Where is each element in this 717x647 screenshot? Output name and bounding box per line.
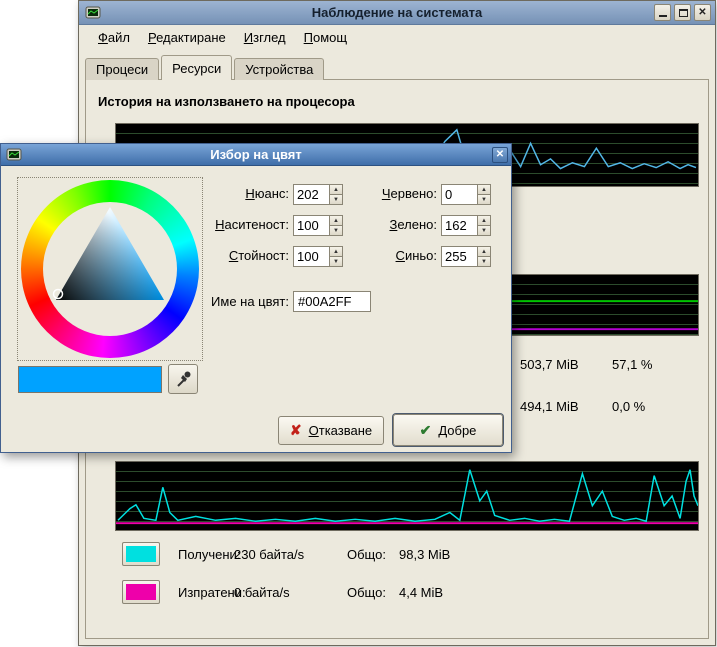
color-wheel-box: [17, 177, 203, 361]
color-name-label: Име на цвят:: [189, 294, 289, 309]
color-picker-dialog: Избор на цвят ✕: [0, 143, 512, 453]
spin-up-icon: ▲: [481, 187, 487, 193]
hue-input[interactable]: [293, 184, 330, 205]
red-input[interactable]: [441, 184, 478, 205]
cancel-x-icon: ✘: [290, 422, 302, 439]
minimize-icon: [659, 15, 667, 17]
hue-label: Нюанс:: [189, 186, 289, 201]
eyedropper-icon: [173, 369, 193, 389]
menu-file[interactable]: Файл: [89, 27, 139, 48]
green-input[interactable]: [441, 215, 478, 236]
value-label: Стойност:: [189, 248, 289, 263]
blue-spin-down-button[interactable]: ▼: [478, 257, 491, 267]
dialog-close-icon: ✕: [496, 149, 504, 160]
minimize-button[interactable]: [654, 4, 671, 21]
green-spinbox: ▲▼: [441, 215, 491, 236]
hue-ring[interactable]: [21, 180, 199, 358]
red-spin-down-button[interactable]: ▼: [478, 195, 491, 205]
green-spin-down-button[interactable]: ▼: [478, 226, 491, 236]
spin-down-icon: ▼: [481, 228, 487, 234]
green-label: Зелено:: [337, 217, 437, 232]
received-color-swatch[interactable]: [122, 542, 160, 566]
network-received-line: [118, 470, 698, 521]
ok-button[interactable]: ✔ Добре: [393, 414, 503, 446]
color-name-input[interactable]: [293, 291, 371, 312]
blue-spinbox: ▲▼: [441, 246, 491, 267]
maximize-icon: [679, 9, 688, 17]
color-preview: [18, 366, 162, 393]
saturation-spinbox: ▲▼: [293, 215, 343, 236]
memory-row2-percent: 0,0 %: [612, 399, 645, 414]
memory-row1-percent: 57,1 %: [612, 357, 652, 372]
blue-input[interactable]: [441, 246, 478, 267]
spin-up-icon: ▲: [481, 249, 487, 255]
ok-button-label: Добре: [438, 423, 476, 438]
spin-down-icon: ▼: [481, 197, 487, 203]
window-title: Наблюдение на системата: [79, 5, 715, 20]
saturation-input[interactable]: [293, 215, 330, 236]
red-label: Червено:: [337, 186, 437, 201]
received-total-label: Общо:: [347, 547, 386, 562]
desktop: Наблюдение на системата ✕ Файл Редактира…: [0, 0, 717, 647]
sent-total: 4,4 MiB: [399, 585, 443, 600]
cpu-history-heading: История на използването на процесора: [98, 94, 355, 109]
dialog-title: Избор на цвят: [1, 147, 511, 162]
received-rate: 230 байта/s: [234, 547, 304, 562]
saturation-value-triangle[interactable]: [21, 180, 199, 358]
sent-total-label: Общо:: [347, 585, 386, 600]
spin-up-icon: ▲: [481, 218, 487, 224]
menubar: Файл Редактиране Изглед Помощ: [79, 26, 715, 49]
sent-color-swatch[interactable]: [122, 580, 160, 604]
sent-rate: 0 байта/s: [234, 585, 290, 600]
red-spin-up-button[interactable]: ▲: [478, 184, 491, 195]
memory-row1-value: 503,7 MiB: [520, 357, 579, 372]
network-history-chart: [115, 461, 699, 531]
green-spin-up-button[interactable]: ▲: [478, 215, 491, 226]
dialog-close-button[interactable]: ✕: [492, 147, 508, 163]
ok-check-icon: ✔: [420, 422, 432, 439]
value-spinbox: ▲▼: [293, 246, 343, 267]
memory-row2-value: 494,1 MiB: [520, 399, 579, 414]
saturation-label: Наситеност:: [189, 217, 289, 232]
hue-spinbox: ▲▼: [293, 184, 343, 205]
value-input[interactable]: [293, 246, 330, 267]
blue-label: Синьо:: [337, 248, 437, 263]
received-label: Получени:: [178, 547, 240, 562]
menu-edit[interactable]: Редактиране: [139, 27, 235, 48]
received-total: 98,3 MiB: [399, 547, 450, 562]
tab-bar: Процеси Ресурси Устройства: [85, 55, 326, 80]
tab-resources[interactable]: Ресурси: [161, 55, 232, 80]
spin-down-icon: ▼: [481, 259, 487, 265]
close-button[interactable]: ✕: [694, 4, 711, 21]
cancel-button-label: Отказване: [309, 423, 373, 438]
menu-view[interactable]: Изглед: [235, 27, 295, 48]
red-spinbox: ▲▼: [441, 184, 491, 205]
maximize-button[interactable]: [674, 4, 691, 21]
cancel-button[interactable]: ✘ Отказване: [278, 416, 384, 445]
tab-processes[interactable]: Процеси: [85, 58, 159, 80]
dialog-titlebar[interactable]: Избор на цвят ✕: [1, 144, 511, 166]
blue-spin-up-button[interactable]: ▲: [478, 246, 491, 257]
window-titlebar[interactable]: Наблюдение на системата ✕: [79, 1, 715, 25]
menu-help[interactable]: Помощ: [295, 27, 356, 48]
close-icon: ✕: [698, 7, 706, 18]
eyedropper-button[interactable]: [168, 364, 198, 394]
tab-devices[interactable]: Устройства: [234, 58, 324, 80]
